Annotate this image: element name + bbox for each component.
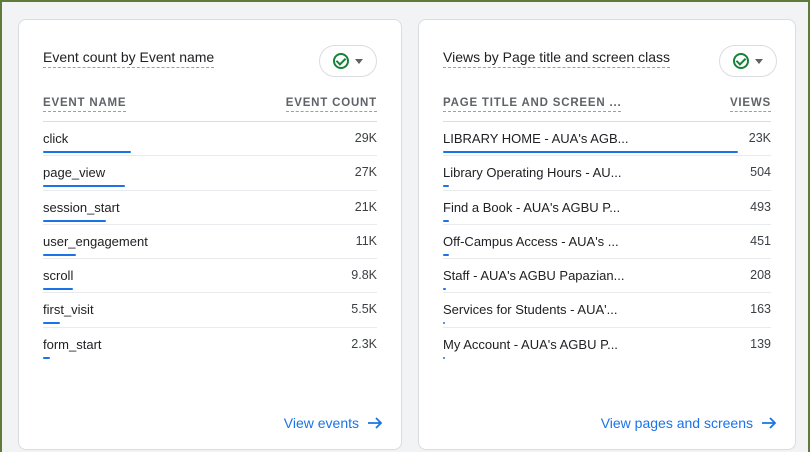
value-bar <box>443 253 449 256</box>
row-label: user_engagement <box>43 233 148 249</box>
column-header-event-count[interactable]: EVENT COUNT <box>285 97 377 112</box>
row-label: LIBRARY HOME - AUA's AGB... <box>443 131 629 146</box>
row-label: Library Operating Hours - AU... <box>443 165 622 181</box>
arrow-right-icon <box>368 417 383 429</box>
table-row[interactable]: Find a Book - AUA's AGBU P... 493 <box>443 191 771 225</box>
row-value: 139 <box>750 336 771 351</box>
table-row[interactable]: My Account - AUA's AGBU P... 139 <box>443 328 771 362</box>
row-value: 11K <box>355 233 377 248</box>
row-label: form_start <box>43 336 102 352</box>
row-label: Find a Book - AUA's AGBU P... <box>443 199 621 215</box>
row-label: page_view <box>43 165 106 181</box>
table-row[interactable]: click 29K <box>43 122 377 157</box>
caret-down-icon <box>355 58 363 64</box>
column-header-event-name[interactable]: EVENT NAME <box>43 97 127 112</box>
row-label: click <box>43 131 69 146</box>
table-row[interactable]: Services for Students - AUA'... 163 <box>443 293 771 328</box>
view-events-link[interactable]: View events <box>284 415 383 431</box>
row-value: 21K <box>354 199 377 214</box>
table-row[interactable]: form_start 2.3K <box>43 328 377 362</box>
check-circle-icon <box>733 53 749 69</box>
table-row[interactable]: user_engagement 11K <box>43 225 377 260</box>
comparison-chip[interactable] <box>719 45 777 77</box>
value-bar <box>43 219 106 222</box>
row-value: 23K <box>748 131 771 145</box>
event-count-card: Event count by Event name EVENT NAME EVE… <box>18 19 402 450</box>
row-value: 29K <box>354 131 377 145</box>
table-row[interactable]: first_visit 5.5K <box>43 293 377 328</box>
row-label: Staff - AUA's AGBU Papazian... <box>443 268 625 284</box>
row-value: 504 <box>750 165 771 180</box>
value-bar <box>43 151 131 153</box>
page-rows: LIBRARY HOME - AUA's AGB... 23K Library Op… <box>443 122 771 362</box>
table-row[interactable]: Library Operating Hours - AU... 504 <box>443 156 771 191</box>
row-value: 5.5K <box>351 302 377 317</box>
event-rows: click 29K page_view 27K session_start 21K user… <box>43 122 377 362</box>
value-bar <box>43 322 60 325</box>
row-label: My Account - AUA's AGBU P... <box>443 336 618 352</box>
row-value: 163 <box>750 302 771 317</box>
value-bar <box>443 219 449 222</box>
view-pages-and-screens-link[interactable]: View pages and screens <box>601 415 777 431</box>
table-row[interactable]: page_view 27K <box>43 156 377 191</box>
value-bar <box>443 185 449 188</box>
row-value: 451 <box>750 233 771 248</box>
views-by-page-card: Views by Page title and screen class PAG… <box>418 19 796 450</box>
card-title[interactable]: Views by Page title and screen class <box>443 49 670 68</box>
check-circle-icon <box>333 53 349 69</box>
row-value: 208 <box>750 268 771 283</box>
arrow-right-icon <box>762 417 777 429</box>
value-bar <box>43 356 50 359</box>
row-value: 9.8K <box>351 268 377 283</box>
value-bar <box>443 356 445 359</box>
table-row[interactable]: Off-Campus Access - AUA's ... 451 <box>443 225 771 260</box>
row-value: 493 <box>750 199 771 214</box>
row-label: first_visit <box>43 302 94 318</box>
value-bar <box>43 253 76 256</box>
comparison-chip[interactable] <box>319 45 377 77</box>
table-row[interactable]: session_start 21K <box>43 191 377 225</box>
link-label: View events <box>283 415 359 431</box>
link-label: View pages and screens <box>600 415 753 431</box>
row-value: 27K <box>354 165 377 180</box>
table-row[interactable]: LIBRARY HOME - AUA's AGB... 23K <box>443 122 771 157</box>
card-title[interactable]: Event count by Event name <box>43 49 215 68</box>
row-label: Services for Students - AUA'... <box>443 302 618 318</box>
row-label: scroll <box>43 268 74 284</box>
value-bar <box>443 151 738 153</box>
row-label: Off-Campus Access - AUA's ... <box>443 233 619 249</box>
column-header-page-title[interactable]: PAGE TITLE AND SCREEN ... <box>443 97 622 112</box>
value-bar <box>443 288 446 291</box>
value-bar <box>43 185 125 188</box>
value-bar <box>443 322 445 325</box>
row-label: session_start <box>43 199 120 215</box>
caret-down-icon <box>755 58 763 64</box>
column-header-views[interactable]: VIEWS <box>729 97 771 112</box>
table-row[interactable]: Staff - AUA's AGBU Papazian... 208 <box>443 259 771 294</box>
table-row[interactable]: scroll 9.8K <box>43 259 377 294</box>
value-bar <box>43 288 73 291</box>
row-value: 2.3K <box>351 336 377 351</box>
